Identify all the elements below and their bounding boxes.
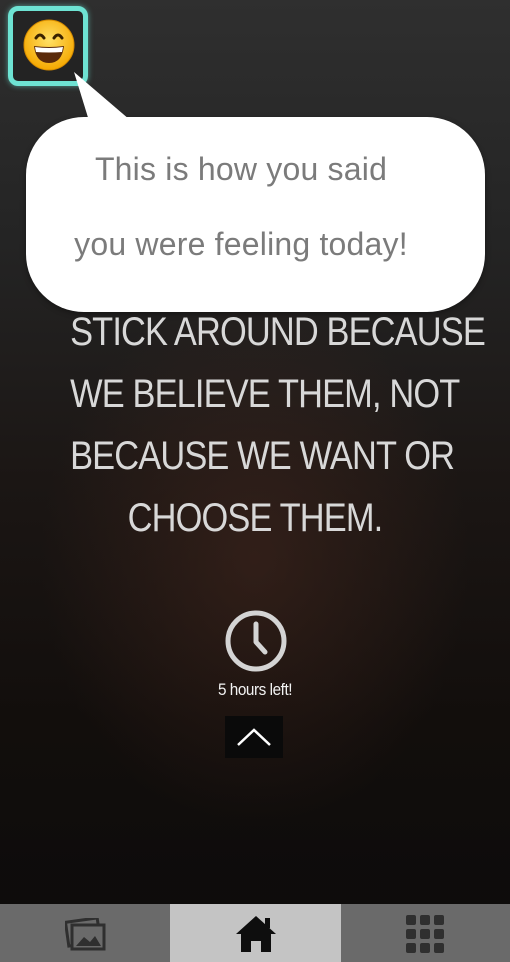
home-icon <box>236 916 276 952</box>
quote-text: STICK AROUND BECAUSE WE BELIEVE THEM, NO… <box>70 301 486 549</box>
quote-line: CHOOSE THEM. <box>127 496 384 540</box>
mood-tooltip-bubble: This is how you said you were feeling to… <box>26 117 485 312</box>
clock-icon <box>225 610 287 672</box>
tab-home[interactable] <box>170 904 341 962</box>
photos-icon <box>65 918 106 951</box>
bubble-tail <box>74 72 130 124</box>
time-left-label: 5 hours left! <box>217 680 293 699</box>
chevron-up-icon <box>237 728 271 746</box>
quote-line: BECAUSE WE WANT OR <box>70 434 455 478</box>
tab-bar <box>0 904 510 962</box>
tab-menu[interactable] <box>341 904 510 962</box>
quote-line: WE BELIEVE THEM, NOT <box>70 372 460 416</box>
screen: This is how you said you were feeling to… <box>0 0 510 962</box>
grinning-face-icon <box>23 19 75 71</box>
quote-line: STICK AROUND BECAUSE <box>70 310 486 354</box>
expand-button[interactable] <box>225 716 283 758</box>
tooltip-line-1: This is how you said <box>94 151 388 187</box>
tooltip-line-2: you were feeling today! <box>74 226 408 262</box>
tab-gallery[interactable] <box>0 904 170 962</box>
grid-icon <box>406 915 444 953</box>
